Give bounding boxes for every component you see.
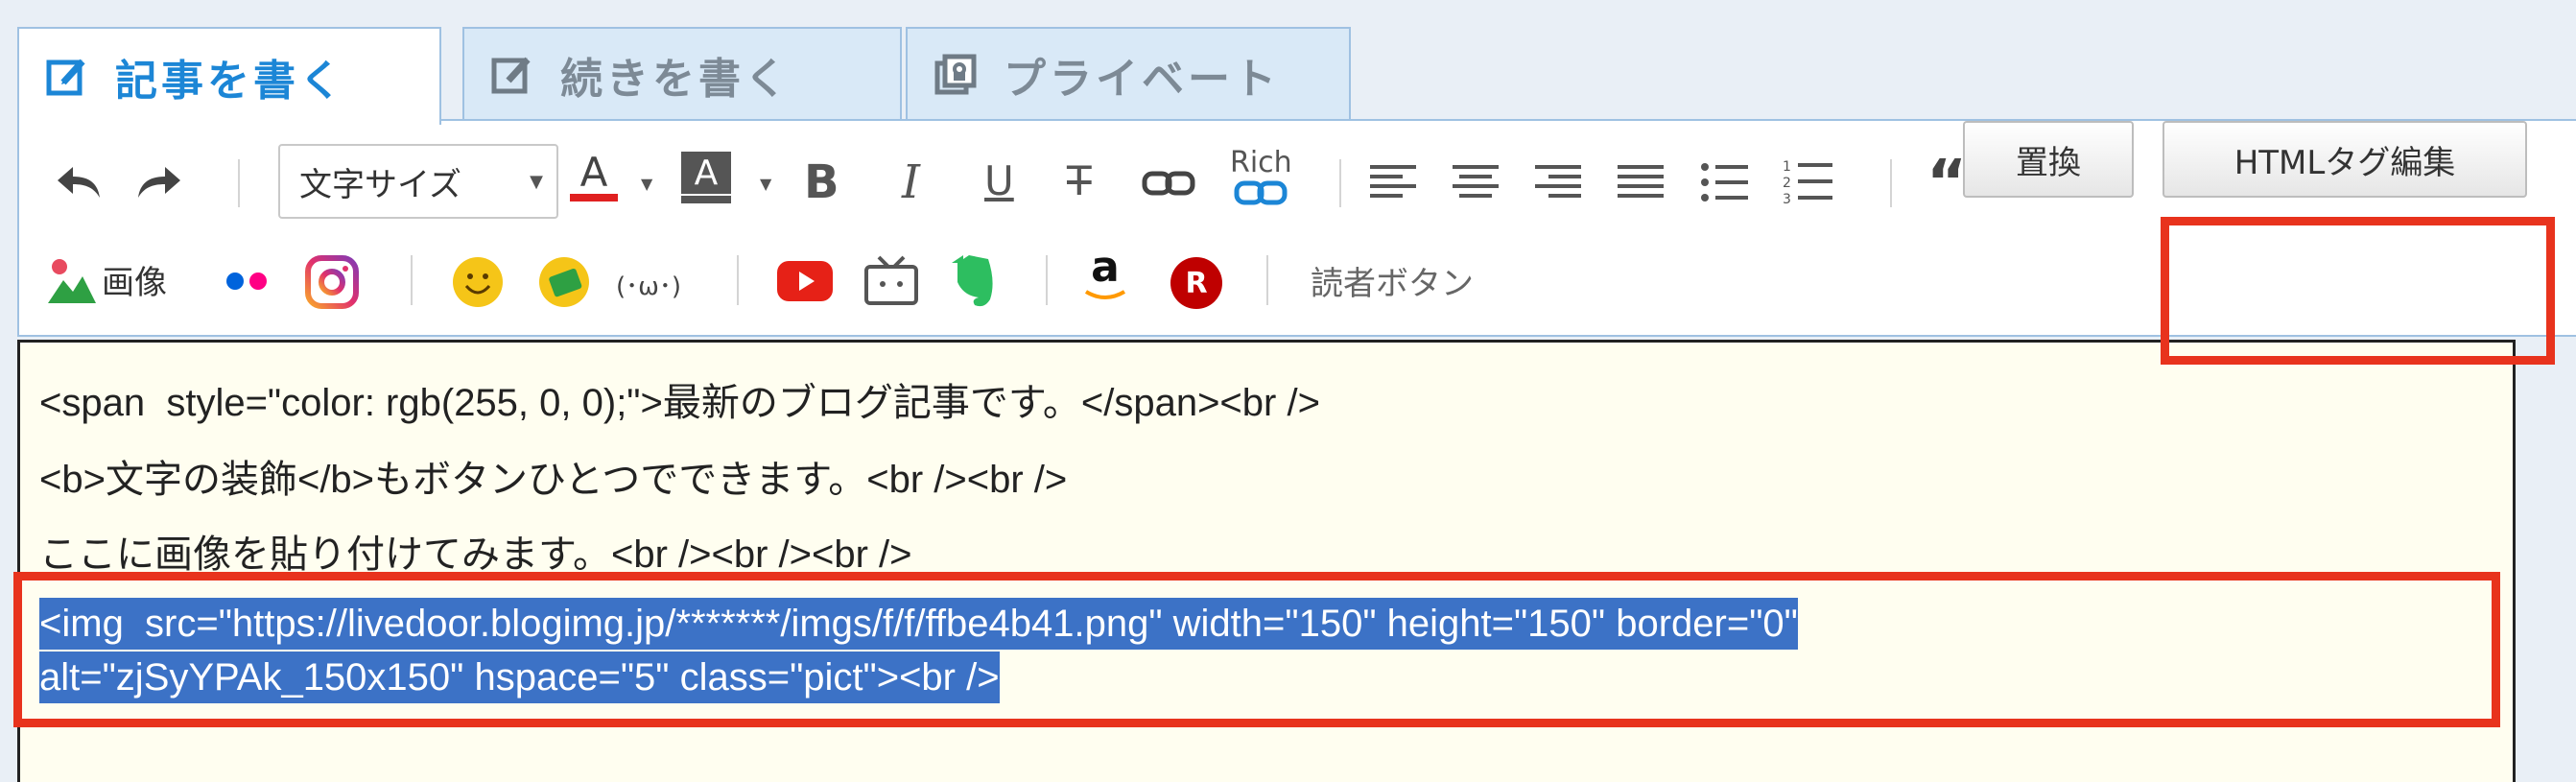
editor-line: ここに画像を貼り付けてみます。<br /><br /><br />: [39, 533, 912, 576]
rakuten-icon[interactable]: R: [1170, 257, 1222, 309]
blockquote-icon[interactable]: “: [1926, 153, 1967, 214]
image-label: 画像: [102, 263, 167, 302]
tab-label: 続きを書く: [560, 55, 791, 104]
pencil-square-icon: [491, 54, 533, 96]
lock-box-icon: [934, 54, 977, 96]
reader-button[interactable]: 読者ボタン: [1311, 257, 1474, 304]
svg-text:2: 2: [1783, 176, 1791, 191]
instagram-icon[interactable]: [305, 255, 359, 309]
numbered-list-icon[interactable]: 123: [1783, 157, 1832, 205]
svg-text:1: 1: [1783, 159, 1791, 175]
image-icon: [48, 259, 96, 303]
replace-button[interactable]: 置換: [1963, 121, 2134, 198]
chevron-down-icon[interactable]: ▼: [760, 175, 771, 193]
font-size-label: 文字サイズ: [299, 165, 461, 204]
rakuten-label: R: [1185, 266, 1208, 300]
editor-line: <span style="color: rgb(255, 0, 0);">最新の…: [39, 382, 1320, 424]
link-icon[interactable]: [1142, 169, 1195, 198]
youtube-icon[interactable]: [777, 261, 833, 301]
selected-code-line: alt="zjSyYPAk_150x150" hspace="5" class=…: [39, 652, 1000, 703]
chevron-down-icon[interactable]: ▼: [641, 175, 652, 193]
editor-line: <b>文字の装飾</b>もボタンひとつでできます。<br /><br />: [39, 459, 1068, 501]
underline-button[interactable]: U: [984, 157, 1014, 204]
sticker-icon[interactable]: [537, 255, 591, 309]
bold-button[interactable]: B: [804, 155, 839, 209]
selected-code-line: <img src="https://livedoor.blogimg.jp/**…: [39, 598, 1798, 650]
svg-text:3: 3: [1783, 192, 1791, 205]
chevron-down-icon: ▼: [530, 171, 543, 192]
link-icon: [1234, 180, 1288, 205]
tab-label: 記事を書く: [115, 57, 345, 106]
rich-label: Rich: [1230, 146, 1292, 179]
tab-private[interactable]: プライベート: [906, 27, 1351, 121]
align-left-icon[interactable]: [1370, 163, 1416, 201]
bullet-list-icon[interactable]: [1700, 161, 1748, 203]
replace-label: 置換: [2016, 143, 2081, 182]
align-center-icon[interactable]: [1453, 163, 1499, 201]
italic-button[interactable]: I: [902, 155, 920, 209]
tab-write-article[interactable]: 記事を書く: [17, 27, 441, 125]
redo-icon[interactable]: [134, 163, 184, 201]
html-tag-edit-button[interactable]: HTMLタグ編集: [2162, 121, 2527, 198]
pencil-square-icon: [46, 56, 88, 98]
emoji-icon[interactable]: [451, 255, 505, 309]
image-insert-button[interactable]: 画像: [48, 255, 167, 303]
strikethrough-button[interactable]: T: [1067, 157, 1092, 204]
font-size-select[interactable]: 文字サイズ ▼: [278, 144, 558, 219]
align-justify-icon[interactable]: [1618, 163, 1664, 201]
html-editor-textarea[interactable]: <span style="color: rgb(255, 0, 0);">最新の…: [17, 340, 2516, 782]
html-tag-edit-label: HTMLタグ編集: [2233, 143, 2456, 182]
undo-icon[interactable]: [54, 163, 104, 201]
text-color-icon[interactable]: A: [570, 152, 618, 201]
background-color-icon[interactable]: A: [681, 152, 731, 203]
tab-label: プライベート: [1004, 55, 1280, 104]
amazon-label: a: [1091, 243, 1120, 292]
kaomoji-button[interactable]: (･ω･): [616, 267, 681, 302]
evernote-icon[interactable]: [950, 253, 998, 309]
tab-continue-article[interactable]: 続きを書く: [462, 27, 902, 121]
align-right-icon[interactable]: [1535, 163, 1581, 201]
rich-link-button[interactable]: Rich: [1230, 148, 1292, 207]
amazon-icon[interactable]: a: [1084, 246, 1126, 301]
flickr-icon[interactable]: [226, 273, 267, 290]
niconico-icon[interactable]: [863, 253, 919, 307]
